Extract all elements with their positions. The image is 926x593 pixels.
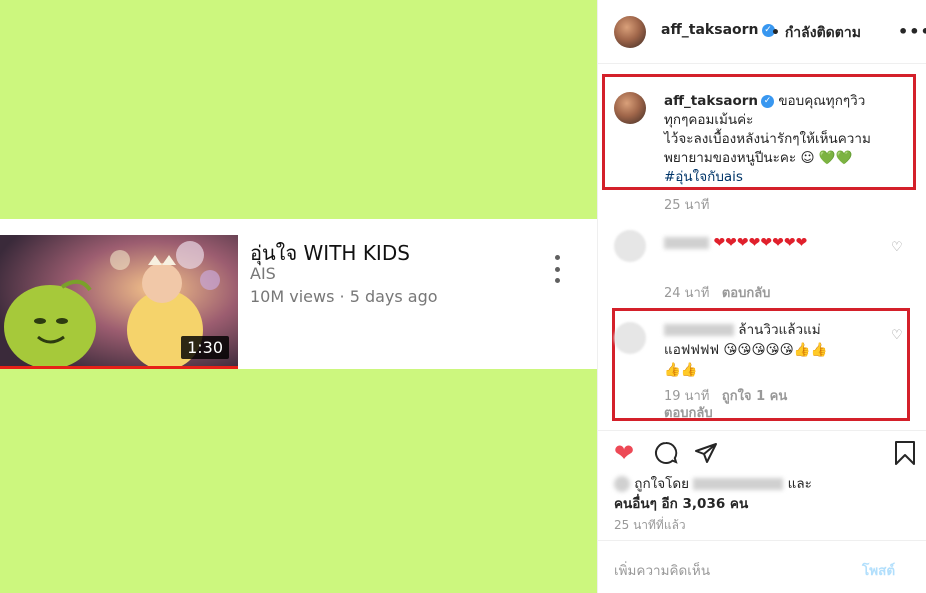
add-comment-bar: เพิ่มความคิดเห็น โพสต์ [598,540,926,593]
likes-suffix: และ [787,476,812,492]
comment-input[interactable]: เพิ่มความคิดเห็น [614,559,710,581]
comment-2-time: 19 นาที [664,389,710,404]
video-duration: 1:30 [181,336,229,359]
instagram-panel: aff_taksaorn✓ • กำลังติดตาม ••• aff_taks… [597,0,926,593]
caption-line1: ขอบคุณทุกๆวิว [778,93,866,109]
header-username[interactable]: aff_taksaorn ✓ [661,22,775,38]
watch-progress-bar [0,366,238,369]
avatar[interactable] [614,16,646,48]
post-header: aff_taksaorn✓ • กำลังติดตาม ••• [598,0,926,64]
post-age: 25 นาทีที่แล้ว [614,518,686,532]
comment-2-line1: ล้านวิวแล้วแม่ [738,322,821,338]
blurred-username[interactable] [664,324,734,336]
comment-2-text: ล้านวิวแล้วแม่ แอฟฟฟฟ 😘😘😘😘😘👍👍 👍👍 [664,320,889,380]
likes-prefix: ถูกใจโดย [634,476,690,492]
more-vert-icon[interactable] [550,255,564,283]
comment-avatar[interactable] [614,230,646,262]
post-button[interactable]: โพสต์ [862,559,895,581]
green-hearts: 💚💚 [818,150,853,166]
post-actions: ❤ [598,430,926,475]
caption-time: 25 นาที [664,198,710,213]
comment-1-time: 24 นาที [664,286,710,301]
follow-status[interactable]: • กำลังติดตาม [771,22,861,44]
caption-avatar[interactable] [614,92,646,124]
reply-button[interactable]: ตอบกลับ [722,286,771,301]
comment-2-likes[interactable]: ถูกใจ 1 คน [722,389,787,404]
more-options-icon[interactable]: ••• [898,22,926,41]
comment-like-icon[interactable]: ♡ [891,240,903,255]
caption-line2: ทุกๆคอมเม้นค่ะ [664,112,754,128]
comment-like-icon[interactable]: ♡ [891,328,903,343]
blurred-liker[interactable] [693,478,784,490]
comment-1-body: ❤❤❤❤❤❤❤❤ [713,235,808,251]
caption-line3: ไว้จะลงเบื้องหลังน่ารักๆให้เห็นความ [664,131,871,147]
share-icon[interactable] [694,441,718,469]
youtube-panel: 1:30 อุ่นใจ WITH KIDS AIS 10M views · 5 … [0,0,597,593]
reply-button[interactable]: ตอบกลับ [664,406,713,421]
likes-summary: ถูกใจโดย และ คนอื่นๆ อีก 3,036 คน [614,474,914,514]
bookmark-icon[interactable] [894,441,916,469]
verified-icon: ✓ [761,94,775,108]
comment-avatar[interactable] [614,322,646,354]
username-text[interactable]: aff_taksaorn [661,22,759,38]
caption-username[interactable]: aff_taksaorn [664,93,758,109]
screenshot-root: 1:30 อุ่นใจ WITH KIDS AIS 10M views · 5 … [0,0,926,593]
comment-2-line2: แอฟฟฟฟ 😘😘😘😘😘👍👍 [664,342,828,358]
blurred-username[interactable] [664,237,709,249]
hashtag-link[interactable]: #อุ่นใจกับais [664,169,743,185]
liker-avatar[interactable] [614,476,630,492]
likes-others[interactable]: คนอื่นๆ อีก 3,036 คน [614,496,748,512]
caption-line4: พยายามของหนูปีนะคะ ☺ [664,150,815,166]
comment-2-line3: 👍👍 [664,362,698,378]
video-card[interactable]: 1:30 อุ่นใจ WITH KIDS AIS 10M views · 5 … [0,219,597,369]
caption-text: aff_taksaorn ✓ ขอบคุณทุกๆวิว ทุกๆคอมเม้นค… [664,92,909,187]
like-icon[interactable]: ❤ [614,441,634,465]
video-thumbnail[interactable]: 1:30 [0,235,238,369]
comment-icon[interactable] [654,441,678,469]
video-meta: 10M views · 5 days ago [250,287,438,306]
comment-1-text: ❤❤❤❤❤❤❤❤ [664,232,874,254]
channel-name[interactable]: AIS [250,264,276,283]
comment-2-meta: 19 นาที ถูกใจ 1 คนตอบกลับ [664,388,864,422]
comment-1-meta: 24 นาที ตอบกลับ [664,282,770,303]
